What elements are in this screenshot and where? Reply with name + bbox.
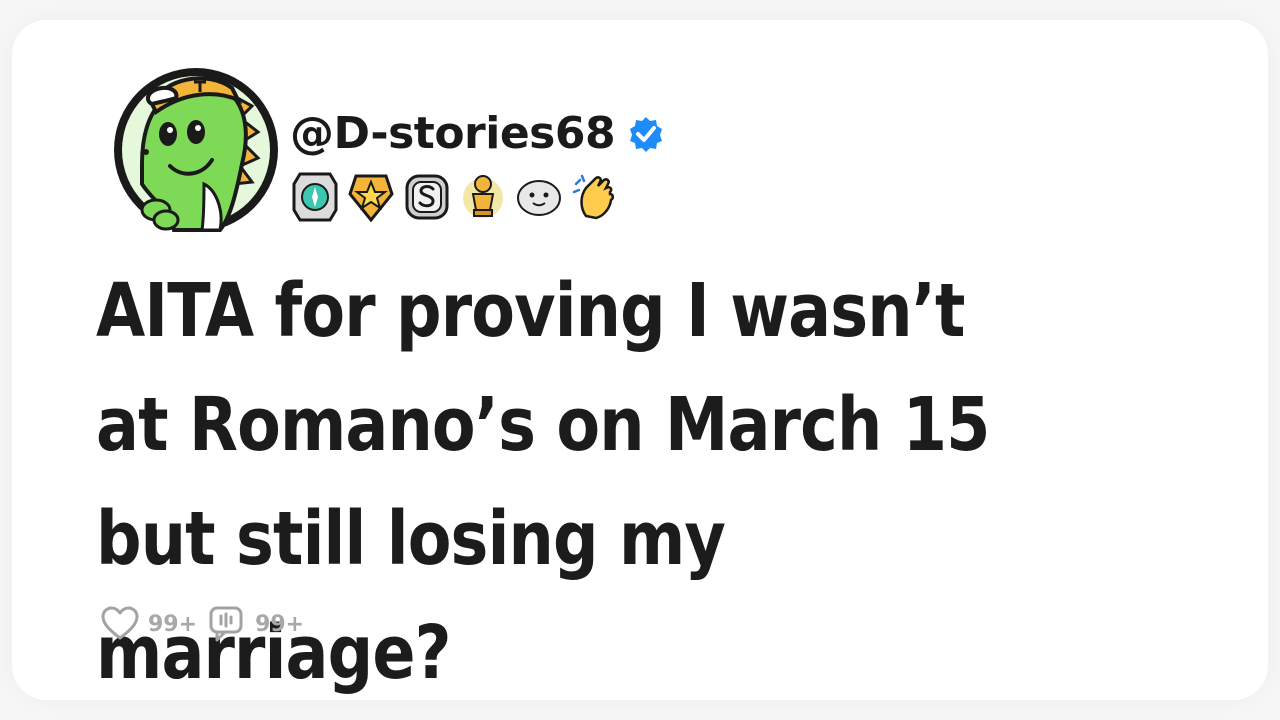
avatar[interactable] [112, 34, 284, 234]
star-badge-icon [346, 170, 396, 224]
dinosaur-avatar-icon [114, 68, 278, 232]
s-coin-badge-icon [402, 170, 452, 224]
post-actions: 99+ 99+ [100, 604, 304, 644]
comment-bubble-icon [207, 604, 247, 644]
comment-count: 99+ [255, 611, 305, 637]
trophy-badge-icon [458, 170, 508, 224]
like-count: 99+ [148, 611, 198, 637]
verified-check-icon [627, 115, 665, 153]
badges-row [290, 170, 620, 224]
clapping-hands-badge-icon [570, 170, 620, 224]
compass-badge-icon [290, 170, 340, 224]
username-row: @D-stories68 [290, 108, 665, 159]
comment-button[interactable]: 99+ [207, 604, 304, 644]
username[interactable]: @D-stories68 [290, 108, 616, 159]
like-button[interactable]: 99+ [100, 604, 197, 644]
seal-badge-icon [514, 170, 564, 224]
heart-icon [100, 604, 140, 644]
